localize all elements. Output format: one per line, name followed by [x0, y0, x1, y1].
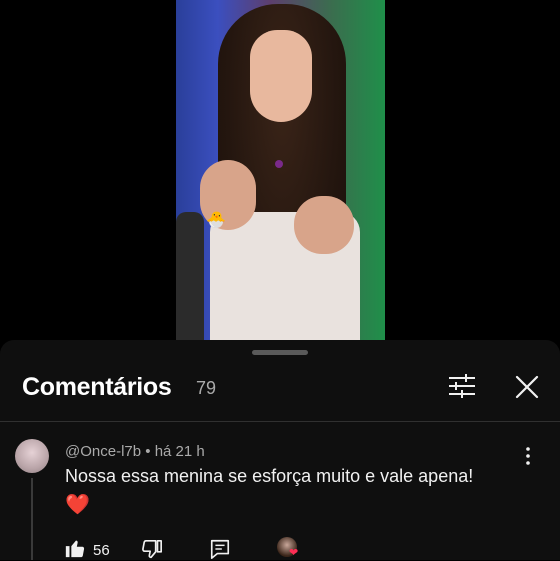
- video-content-face: [250, 30, 312, 122]
- comments-sheet: Comentários 79 @Once-l7b • há 21 h Nossa…: [0, 340, 560, 560]
- heart-emoji-glyph: ❤️: [65, 494, 90, 516]
- heart-emoji: ❤️: [65, 492, 90, 516]
- heart-icon: ❤: [289, 547, 299, 559]
- video-frame[interactable]: 🐣: [176, 0, 385, 340]
- thread-line: [31, 478, 33, 560]
- more-vertical-icon: [526, 447, 530, 465]
- video-content-necklace: [275, 160, 283, 168]
- comment-text: Nossa essa menina se esforça muito e val…: [65, 466, 474, 486]
- comment-more-button[interactable]: [518, 446, 538, 466]
- thumb-down-icon: [142, 540, 162, 559]
- comment-author[interactable]: @Once-l7b: [65, 443, 141, 460]
- comments-title: Comentários: [22, 373, 172, 401]
- video-content-sticker: 🐣: [206, 212, 226, 229]
- avatar[interactable]: [15, 439, 49, 473]
- video-content-hand: [294, 196, 354, 254]
- reply-icon: [210, 539, 230, 559]
- sort-filter-button[interactable]: [446, 370, 478, 402]
- creator-heart-icon: ❤: [277, 537, 301, 561]
- thumb-up-icon: [65, 540, 85, 558]
- drag-handle[interactable]: [252, 350, 308, 355]
- header-divider: [0, 421, 560, 422]
- meta-separator: •: [145, 443, 151, 460]
- like-count: 56: [93, 542, 110, 559]
- like-button[interactable]: [64, 537, 86, 559]
- comment-meta: @Once-l7b • há 21 h: [65, 443, 205, 460]
- reply-button[interactable]: [209, 538, 231, 560]
- video-player[interactable]: 🐣: [0, 0, 560, 340]
- close-comments-button[interactable]: [512, 372, 542, 402]
- close-icon: [515, 375, 539, 399]
- sliders-icon: [449, 374, 475, 398]
- comments-count: 79: [196, 378, 217, 398]
- video-content-microphone: [176, 212, 204, 340]
- comment-time: há 21 h: [154, 443, 205, 460]
- dislike-button[interactable]: [141, 539, 163, 561]
